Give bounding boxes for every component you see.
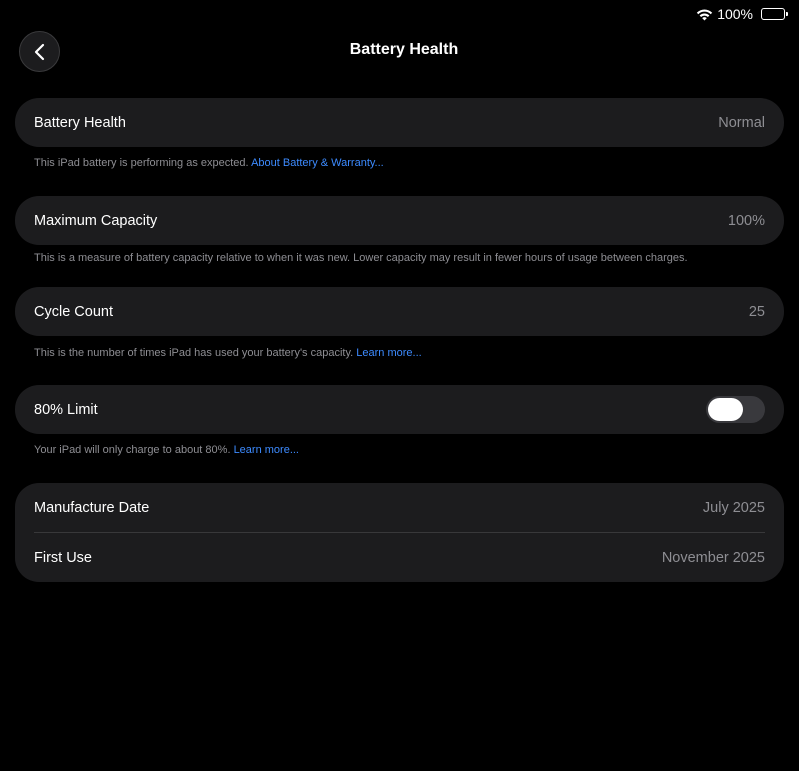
manufacture-date-row: Manufacture Date July 2025 bbox=[15, 483, 784, 532]
limit-row: 80% Limit bbox=[15, 385, 784, 434]
battery-health-row: Battery Health Normal bbox=[15, 98, 784, 147]
battery-health-card: Battery Health Normal bbox=[15, 98, 784, 147]
about-battery-warranty-link[interactable]: About Battery & Warranty... bbox=[251, 157, 384, 169]
maximum-capacity-row: Maximum Capacity 100% bbox=[15, 196, 784, 245]
cycle-count-value: 25 bbox=[748, 303, 765, 320]
maximum-capacity-value: 100% bbox=[727, 212, 765, 229]
limit-toggle[interactable] bbox=[706, 396, 765, 423]
battery-health-value: Normal bbox=[718, 114, 765, 131]
wifi-icon bbox=[696, 9, 713, 20]
maximum-capacity-card: Maximum Capacity 100% bbox=[15, 196, 784, 245]
cycle-count-learn-more-link[interactable]: Learn more... bbox=[356, 347, 421, 359]
first-use-label: First Use bbox=[34, 549, 92, 566]
toggle-knob bbox=[708, 398, 743, 421]
maximum-capacity-footnote-text: This is a measure of battery capacity re… bbox=[34, 252, 688, 264]
dates-card: Manufacture Date July 2025 First Use Nov… bbox=[15, 483, 784, 582]
cycle-count-label: Cycle Count bbox=[34, 303, 113, 320]
limit-card: 80% Limit bbox=[15, 385, 784, 434]
limit-footnote: Your iPad will only charge to about 80%.… bbox=[34, 444, 299, 456]
battery-percent: 100% bbox=[717, 6, 753, 22]
cycle-count-footnote-text: This is the number of times iPad has use… bbox=[34, 347, 354, 359]
cycle-count-footnote: This is the number of times iPad has use… bbox=[34, 347, 422, 359]
status-bar: 100% bbox=[696, 6, 788, 22]
cycle-count-card: Cycle Count 25 bbox=[15, 287, 784, 336]
limit-label: 80% Limit bbox=[34, 401, 98, 418]
manufacture-date-value: July 2025 bbox=[702, 499, 765, 516]
battery-icon bbox=[761, 8, 788, 20]
page-title: Battery Health bbox=[349, 41, 459, 58]
limit-learn-more-link[interactable]: Learn more... bbox=[234, 444, 299, 456]
maximum-capacity-label: Maximum Capacity bbox=[34, 212, 158, 229]
limit-footnote-text: Your iPad will only charge to about 80%. bbox=[34, 444, 231, 456]
battery-health-footnote-text: This iPad battery is performing as expec… bbox=[34, 157, 249, 169]
battery-health-screen: 100% Battery Health Battery Health Norma… bbox=[0, 0, 799, 771]
battery-health-label: Battery Health bbox=[34, 114, 126, 131]
cycle-count-row: Cycle Count 25 bbox=[15, 287, 784, 336]
battery-health-footnote: This iPad battery is performing as expec… bbox=[34, 157, 384, 169]
first-use-value: November 2025 bbox=[661, 549, 765, 566]
manufacture-date-label: Manufacture Date bbox=[34, 499, 150, 516]
first-use-row: First Use November 2025 bbox=[15, 533, 784, 582]
maximum-capacity-footnote: This is a measure of battery capacity re… bbox=[34, 252, 688, 264]
